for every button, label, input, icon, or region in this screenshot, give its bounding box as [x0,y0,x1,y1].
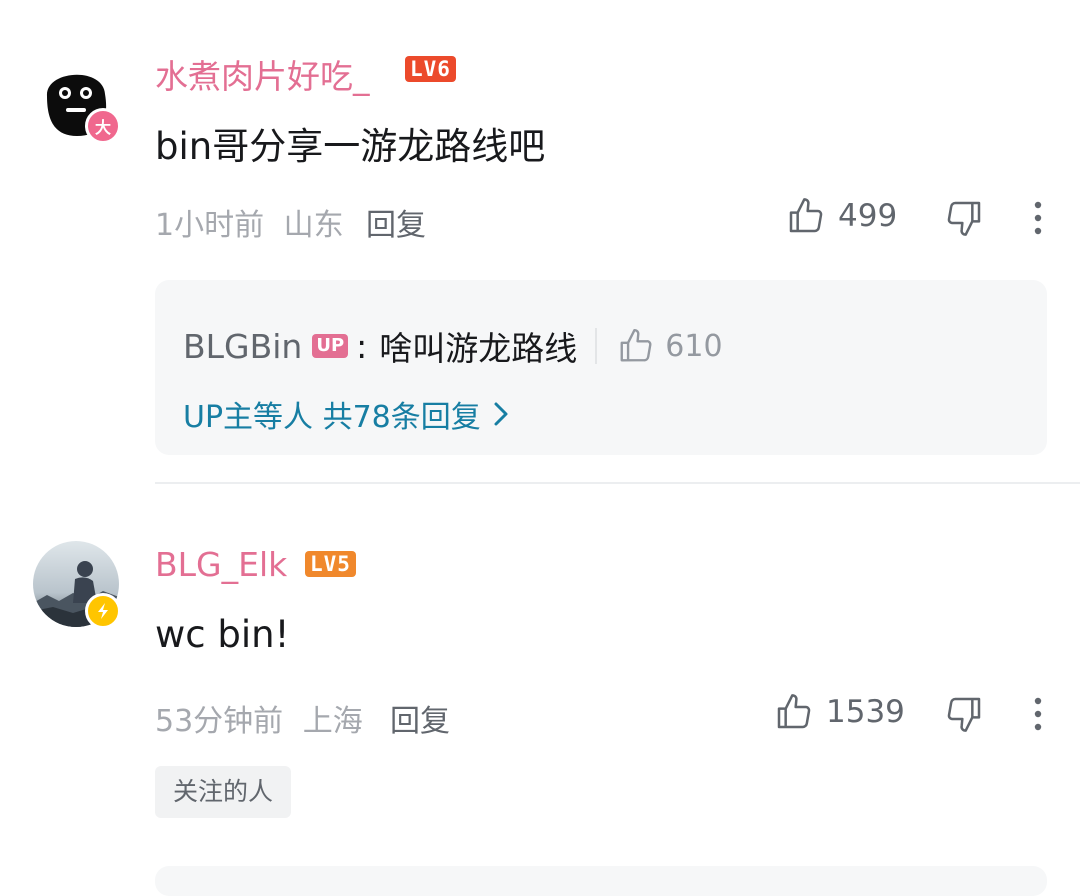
thumbs-up-icon [777,694,811,729]
comment-location: 山东 [283,208,344,243]
thumbs-up-icon [620,328,652,362]
comment-text: wc bin! [155,613,290,656]
like-count: 499 [838,198,898,234]
following-tag: 关注的人 [155,766,292,818]
sub-reply-like-count: 610 [665,328,723,364]
thumbs-up-icon [789,198,823,233]
like-button[interactable]: 499 [786,196,897,236]
reply-button[interactable]: 回复 [390,696,450,740]
avatar[interactable] [33,541,121,629]
sub-reply-separator: : [356,326,368,366]
level-badge: LV6 [405,56,456,82]
level-badge: LV5 [305,551,356,577]
up-badge: UP [312,334,349,358]
thumbs-down-icon [947,201,981,236]
comment-divider [155,482,1080,484]
sub-reply-item: BLGBin UP : 啥叫游龙路线 610 [183,322,723,370]
like-count: 1539 [826,694,905,730]
sub-reply-text: 啥叫游龙路线 [379,329,578,368]
verified-badge [85,593,121,629]
reply-button[interactable]: 回复 [366,200,426,244]
comment-time: 1小时前 [155,208,265,243]
thumbs-down-icon [947,697,981,732]
dislike-button[interactable] [944,198,984,238]
like-button[interactable]: 1539 [774,692,905,732]
comment-location: 上海 [302,704,363,739]
more-options-icon[interactable] [1026,694,1050,734]
comment-meta: 53分钟前 上海 [155,696,363,740]
sub-reply-username[interactable]: BLGBin [183,327,302,366]
comment-meta: 1小时前 山东 [155,200,344,244]
lightning-icon [98,603,108,619]
divider [595,328,598,364]
chevron-right-icon [494,402,508,426]
reply-preview[interactable]: BLGBin UP : 啥叫游龙路线 610 UP主等人 共78条回复 [155,280,1047,455]
vip-badge: 大 [85,108,121,144]
view-more-replies-link[interactable]: UP主等人 共78条回复 [183,392,509,436]
username[interactable]: 水煮肉片好吃_ [155,50,370,98]
more-options-icon[interactable] [1026,198,1050,238]
avatar[interactable]: 大 [33,56,121,144]
comment-text: bin哥分享一游龙路线吧 [155,125,546,168]
reply-preview-partial[interactable] [155,866,1047,896]
dislike-button[interactable] [944,694,984,734]
sub-reply-like-button[interactable]: 610 [617,327,723,365]
comment-time: 53分钟前 [155,704,284,739]
view-more-label: UP主等人 共78条回复 [183,400,481,435]
username[interactable]: BLG_Elk [155,545,287,584]
